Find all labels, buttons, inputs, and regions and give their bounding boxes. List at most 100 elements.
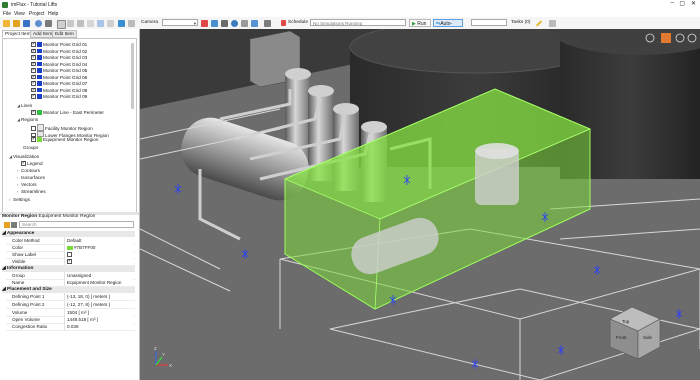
close-icon[interactable]: ✕ [691, 0, 696, 7]
defining-point-2-field[interactable]: (-12, 27, 8) [ meters ] [64, 301, 133, 308]
prop-defining-point-2[interactable]: Defining Point 2 (-12, 27, 8) [ meters ] [6, 301, 135, 309]
prop-name[interactable]: Name Equipment Monitor Region [6, 279, 135, 287]
color-value[interactable]: #7B7FF00 [64, 244, 133, 251]
app-icon [2, 1, 8, 8]
tree-item-isosurfaces[interactable]: › Isosurfaces [17, 175, 45, 182]
fit-view-icon[interactable] [221, 19, 228, 27]
new-file-icon[interactable] [3, 19, 10, 27]
color-swatch [67, 245, 73, 250]
collapse-arrow-icon[interactable]: ◢ [2, 266, 6, 271]
run-button-label: Run [417, 21, 427, 27]
prop-visible[interactable]: Visible [6, 258, 135, 266]
menu-project[interactable]: Project [29, 11, 45, 17]
view-mode-icon[interactable] [57, 19, 66, 29]
group-select[interactable]: Unassigned [64, 272, 133, 279]
menu-view[interactable]: View [14, 11, 25, 17]
process-column-top [361, 121, 387, 133]
tab-edit-item[interactable]: Edit Item [52, 30, 77, 38]
camera-icon[interactable] [211, 19, 218, 27]
show-label-checkbox[interactable] [67, 252, 72, 257]
menu-bar: File View Project Help [0, 9, 700, 17]
tree-item-contours[interactable]: › Contours [17, 168, 40, 175]
properties-header: Monitor Region Equipment Monitor Region [2, 213, 135, 221]
maximize-icon[interactable]: ▢ [679, 0, 685, 7]
rotate-icon[interactable] [231, 19, 238, 27]
process-column-top [333, 103, 359, 115]
process-column-top [308, 85, 334, 97]
pan-nav-icon[interactable] [661, 33, 671, 43]
process-column-top [285, 68, 311, 80]
open-folder-icon[interactable] [13, 19, 20, 27]
name-field[interactable]: Equipment Monitor Region [64, 279, 133, 286]
tree-item-region-selected[interactable]: Equipment Monitor Region [31, 136, 99, 144]
settings-icon[interactable] [45, 19, 52, 27]
record-icon[interactable] [201, 19, 208, 27]
properties-kind: Monitor Region [2, 214, 38, 219]
vertical-tank-inside-region [475, 143, 519, 205]
wireframe-icon[interactable] [87, 19, 94, 27]
filter-input[interactable] [471, 19, 507, 26]
camera-select[interactable]: ▾ [162, 19, 198, 26]
tree-node-settings[interactable]: › Settings [9, 197, 30, 204]
volume-value: 1504 [ m³ ] [64, 309, 133, 316]
zoom-icon[interactable] [118, 19, 125, 27]
tree-item-grid[interactable]: Monitor Point Grid 09 [31, 93, 87, 101]
project-tree: Monitor Point Grid 01 Monitor Point Grid… [2, 38, 137, 215]
pencil-icon[interactable] [535, 19, 543, 27]
view-cube-top[interactable]: Top [622, 319, 630, 324]
palette-icon[interactable] [251, 19, 258, 27]
tree-item-streamlines[interactable]: › Streamlines [17, 189, 46, 196]
window-title: imFlux - Tutorial Lifts [11, 1, 58, 8]
crop-icon[interactable] [241, 19, 248, 27]
axis-y-label: Y [162, 352, 165, 357]
auto-link-button[interactable]: ⇆Auto-Link [433, 19, 463, 35]
save-icon[interactable] [23, 19, 30, 27]
axis-z-label: Z [154, 346, 157, 351]
measure-icon[interactable] [67, 19, 74, 27]
collapse-arrow-icon[interactable]: ◢ [2, 231, 6, 236]
open-volume-value: 1449.518 [ m³ ] [64, 316, 133, 323]
color-method-select[interactable]: Default [64, 237, 133, 244]
more-icon[interactable] [549, 19, 556, 27]
view-cube-front[interactable]: Front [616, 335, 627, 340]
tree-scrollbar[interactable] [131, 43, 134, 109]
categorized-icon[interactable] [4, 222, 10, 228]
schedule-label[interactable]: Schedule [288, 19, 308, 27]
minimize-icon[interactable]: – [671, 0, 674, 6]
axis-x-label: X [169, 363, 172, 368]
dropdown-arrow-icon: ▾ [193, 21, 196, 26]
run-button[interactable]: ▶ Run [409, 19, 431, 27]
defining-point-1-field[interactable]: (-13, 18, 0) [ meters ] [64, 293, 133, 300]
pan-icon[interactable] [128, 19, 135, 27]
properties-object-name: Equipment Monitor Region [38, 214, 96, 219]
view-cube-side[interactable]: Side [643, 335, 653, 340]
tree-item-vectors[interactable]: › Vectors [17, 182, 37, 189]
select-icon[interactable] [97, 19, 104, 27]
tree-node-lines[interactable]: ◢Lines [17, 103, 32, 110]
prop-congestion-ratio: Congestion Ratio 0.036 [6, 323, 135, 331]
tree-node-regions[interactable]: ◢Regions [17, 117, 38, 124]
layers-icon[interactable] [107, 19, 114, 27]
simulation-select[interactable]: No Simulations Running [310, 19, 406, 26]
visible-checkbox[interactable] [67, 258, 72, 265]
tree-node-groups[interactable]: Groups [23, 145, 38, 152]
pointer-icon[interactable] [264, 19, 271, 27]
left-panel: Project Items Add Item Edit Item Monitor… [0, 29, 140, 380]
scene-canvas[interactable]: Top Front Side X Y Z [140, 29, 700, 380]
tasks-label[interactable]: Tasks (0) [511, 19, 530, 27]
search-input[interactable]: Search [19, 221, 134, 228]
camera-label: Camera [141, 20, 159, 25]
menu-file[interactable]: File [3, 11, 11, 17]
globe-icon[interactable] [35, 19, 42, 27]
collapse-arrow-icon[interactable]: ◢ [2, 287, 6, 292]
alphabetical-icon[interactable] [11, 222, 17, 228]
tree-item-legend[interactable]: Legend [21, 160, 43, 168]
tree-item-line[interactable]: Monitor Line - East Perimeter [31, 109, 104, 117]
3d-viewport[interactable]: Top Front Side X Y Z [140, 29, 700, 380]
schedule-icon[interactable] [281, 19, 286, 26]
play-icon: ▶ [412, 21, 416, 27]
grid-icon[interactable] [77, 19, 84, 27]
menu-help[interactable]: Help [48, 11, 58, 17]
prop-defining-point-1[interactable]: Defining Point 1 (-13, 18, 0) [ meters ] [6, 293, 135, 301]
congestion-ratio-value: 0.036 [64, 323, 133, 330]
